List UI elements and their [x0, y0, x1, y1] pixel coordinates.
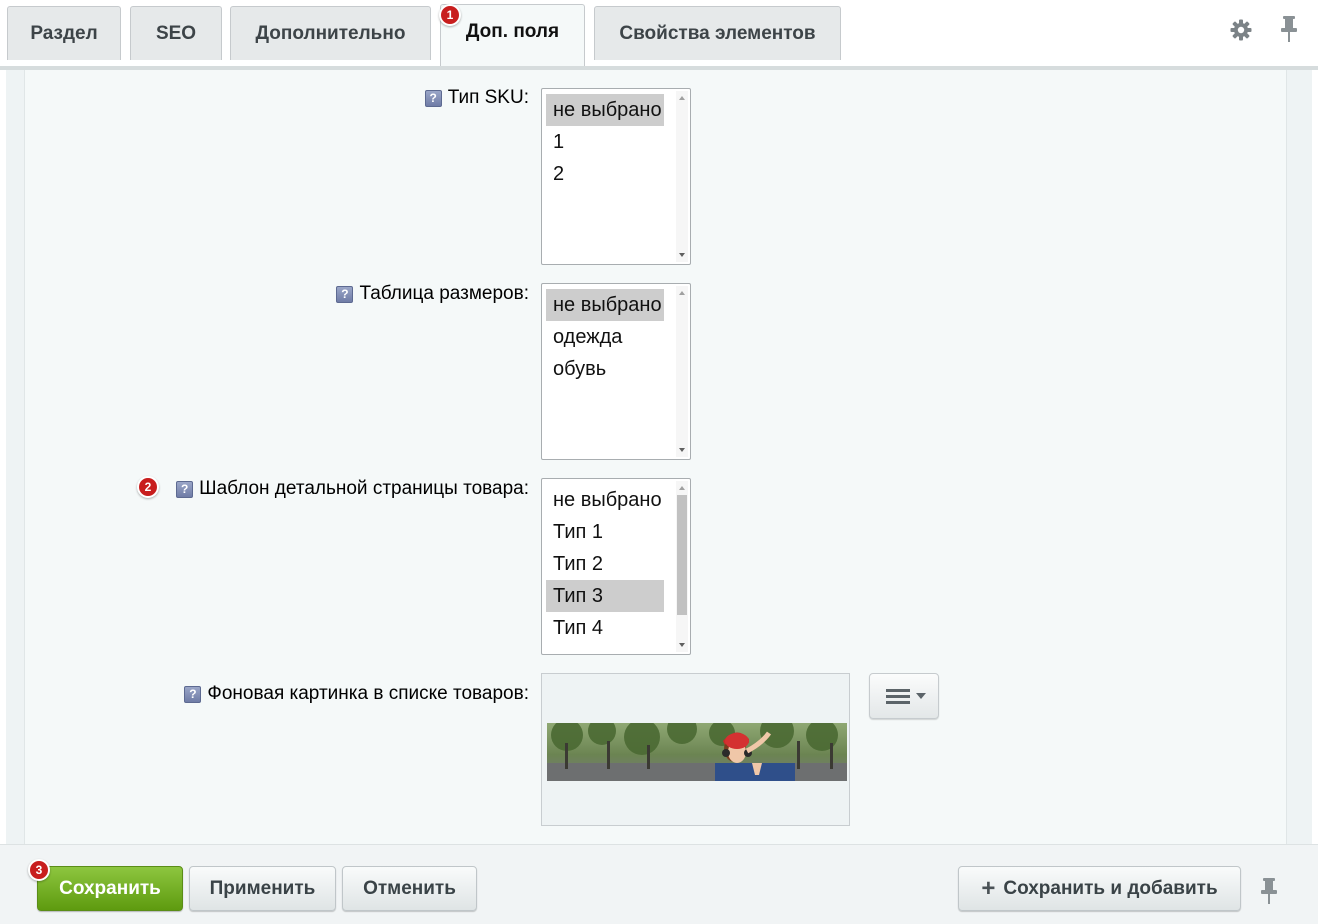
- label-text-sizes: Таблица размеров:: [359, 283, 529, 304]
- menu-icon: [886, 689, 926, 704]
- gear-icon[interactable]: [1229, 18, 1253, 42]
- save-and-add-label: Сохранить и добавить: [1003, 877, 1218, 899]
- image-menu-button[interactable]: [869, 673, 939, 719]
- template-option[interactable]: Тип 4: [546, 612, 664, 644]
- sku-scrollbar[interactable]: [676, 91, 688, 262]
- scrollbar-thumb[interactable]: [677, 495, 687, 615]
- sku-select[interactable]: не выбрано 1 2: [541, 88, 691, 265]
- sizes-option[interactable]: одежда: [546, 321, 664, 353]
- label-text-background: Фоновая картинка в списке товаров:: [207, 683, 529, 704]
- help-icon[interactable]: ?: [176, 480, 194, 498]
- tab-seo[interactable]: SEO: [130, 6, 222, 60]
- sizes-option[interactable]: обувь: [546, 353, 664, 385]
- tab-additional[interactable]: Дополнительно: [230, 6, 431, 60]
- cancel-button[interactable]: Отменить: [342, 866, 477, 911]
- help-icon[interactable]: ?: [336, 285, 354, 303]
- tab-element-properties[interactable]: Свойства элементов: [594, 6, 841, 60]
- background-image-thumbnail[interactable]: [547, 723, 847, 781]
- label-text-sku: Тип SKU:: [447, 87, 529, 108]
- step-badge-2: 2: [137, 476, 159, 498]
- plus-icon: +: [981, 874, 996, 902]
- sku-option[interactable]: не выбрано: [546, 94, 664, 126]
- sizes-select[interactable]: не выбрано одежда обувь: [541, 283, 691, 460]
- sku-option[interactable]: 2: [546, 158, 664, 190]
- template-select[interactable]: не выбрано Тип 1 Тип 2 Тип 3 Тип 4: [541, 478, 691, 655]
- field-label-background: ? Фоновая картинка в списке товаров:: [184, 683, 529, 705]
- template-option[interactable]: Тип 2: [546, 548, 664, 580]
- help-icon[interactable]: ?: [424, 89, 442, 107]
- sku-option[interactable]: 1: [546, 126, 664, 158]
- pin-icon[interactable]: [1258, 877, 1280, 905]
- field-label-sizes: ? Таблица размеров:: [336, 283, 529, 305]
- step-badge-1: 1: [439, 4, 461, 26]
- save-and-add-button[interactable]: + Сохранить и добавить: [958, 866, 1241, 911]
- pin-icon[interactable]: [1278, 15, 1300, 43]
- label-text-template: Шаблон детальной страницы товара:: [199, 478, 529, 499]
- field-label-template: ? Шаблон детальной страницы товара:: [176, 478, 529, 500]
- sizes-scrollbar[interactable]: [676, 286, 688, 457]
- tab-extra-fields[interactable]: Доп. поля: [440, 4, 585, 66]
- tab-razdel[interactable]: Раздел: [7, 6, 121, 60]
- save-button[interactable]: Сохранить: [37, 866, 183, 911]
- template-option[interactable]: не выбрано: [546, 484, 664, 516]
- step-badge-3: 3: [28, 859, 50, 881]
- apply-button[interactable]: Применить: [189, 866, 336, 911]
- template-option[interactable]: Тип 1: [546, 516, 664, 548]
- help-icon[interactable]: ?: [184, 685, 202, 703]
- tab-bar: Раздел SEO Дополнительно Доп. поля Свойс…: [0, 0, 1318, 66]
- sizes-option[interactable]: не выбрано: [546, 289, 664, 321]
- template-option[interactable]: Тип 3: [546, 580, 664, 612]
- field-label-sku: ? Тип SKU:: [424, 87, 529, 109]
- template-scrollbar[interactable]: [676, 481, 688, 652]
